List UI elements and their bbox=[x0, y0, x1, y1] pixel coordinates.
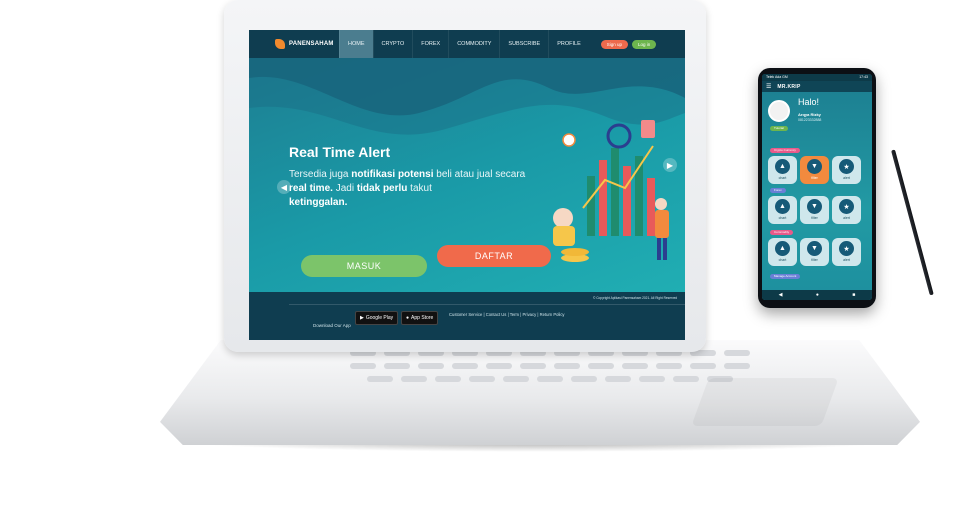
section-forex: Forex bbox=[770, 188, 786, 193]
phone-screen: Telek Ada GM 17:43 ☰ MR.KRIP Halo! Arqya… bbox=[762, 74, 872, 300]
tile-label: alert bbox=[843, 216, 850, 220]
tile-label: filter bbox=[811, 176, 818, 180]
commodity-alert-tile[interactable]: ★ alert bbox=[832, 238, 861, 266]
home-icon[interactable]: ● bbox=[816, 292, 819, 298]
laptop-trackpad bbox=[691, 378, 839, 426]
commodity-filter-tile[interactable]: ▼ filter bbox=[800, 238, 829, 266]
hero-title: Real Time Alert bbox=[289, 144, 391, 160]
logo-icon bbox=[275, 39, 285, 49]
tile-label: filter bbox=[811, 258, 818, 262]
stylus-pen bbox=[891, 149, 934, 296]
nav-item-crypto[interactable]: CRYPTO bbox=[372, 30, 413, 58]
greeting-text: Halo! bbox=[798, 97, 820, 107]
google-play-label: Google Play bbox=[365, 315, 394, 321]
signup-button[interactable]: Sign up bbox=[600, 39, 629, 49]
tile-label: chart bbox=[778, 176, 787, 180]
hero-text-2: beli atau jual secara bbox=[433, 169, 526, 180]
site-logo[interactable]: PANENSAHAM bbox=[249, 39, 339, 49]
user-phone: 081223332888 bbox=[798, 118, 822, 122]
filter-icon: ▼ bbox=[807, 241, 822, 256]
crypto-filter-tile[interactable]: ▼ filter bbox=[800, 156, 829, 184]
filter-icon: ▼ bbox=[807, 159, 822, 174]
download-app-label: Download Our App bbox=[313, 323, 351, 328]
alert-icon: ★ bbox=[839, 241, 854, 256]
app-store-label: App Store bbox=[411, 315, 434, 321]
hero-text-bold-3: tidak perlu bbox=[356, 183, 408, 194]
user-name: Arqya Rizky bbox=[798, 112, 821, 117]
alert-icon: ★ bbox=[839, 159, 854, 174]
crypto-chart-tile[interactable]: ▲ chart bbox=[768, 156, 797, 184]
hero-text-4: takut bbox=[407, 183, 432, 194]
user-avatar[interactable] bbox=[768, 100, 790, 122]
alert-icon: ★ bbox=[839, 199, 854, 214]
crypto-tiles: ▲ chart ▼ filter ★ alert bbox=[768, 156, 861, 184]
laptop-screen: PANENSAHAM HOME CRYPTO FOREX COMMODITY S… bbox=[249, 30, 685, 340]
logo-text: PANENSAHAM bbox=[289, 41, 334, 47]
status-time: 17:43 bbox=[859, 75, 868, 79]
google-play-button[interactable]: ▶ Google Play bbox=[355, 311, 399, 325]
hero-text-bold-2: real time. bbox=[289, 183, 333, 194]
app-brand: MR.KRIP bbox=[777, 83, 801, 90]
chart-icon: ▲ bbox=[775, 199, 790, 214]
filter-icon: ▼ bbox=[807, 199, 822, 214]
footer-copyright: © Copyright Aplikasi Panensaham 2021. Al… bbox=[593, 296, 678, 300]
tile-label: filter bbox=[811, 216, 818, 220]
hero-text-bold-1: notifikasi potensi bbox=[351, 169, 434, 180]
apple-icon: ● bbox=[406, 315, 410, 321]
nav-item-forex[interactable]: FOREX bbox=[412, 30, 448, 58]
site-navbar: PANENSAHAM HOME CRYPTO FOREX COMMODITY S… bbox=[249, 30, 685, 58]
masuk-button[interactable]: MASUK bbox=[301, 255, 427, 277]
forex-chart-tile[interactable]: ▲ chart bbox=[768, 196, 797, 224]
nav-item-home[interactable]: HOME bbox=[339, 30, 373, 58]
chart-icon: ▲ bbox=[775, 159, 790, 174]
commodity-chart-tile[interactable]: ▲ chart bbox=[768, 238, 797, 266]
tile-label: alert bbox=[843, 258, 850, 262]
phone-status-bar: Telek Ada GM 17:43 bbox=[762, 74, 872, 81]
recent-icon[interactable]: ■ bbox=[852, 292, 855, 298]
footer-links[interactable]: Customer Service | Contact Us | Term | P… bbox=[449, 312, 565, 317]
hero-text-bold-4: ketinggalan. bbox=[289, 197, 348, 208]
back-icon[interactable]: ◀ bbox=[779, 292, 783, 298]
hero-text-3: Jadi bbox=[332, 183, 357, 194]
commodity-tiles: ▲ chart ▼ filter ★ alert bbox=[768, 238, 861, 266]
footer-divider bbox=[289, 304, 685, 305]
site-footer: © Copyright Aplikasi Panensaham 2021. Al… bbox=[249, 292, 685, 340]
nav-menu: HOME CRYPTO FOREX COMMODITY SUBSCRIBE PR… bbox=[339, 30, 589, 58]
daftar-button[interactable]: DAFTAR bbox=[437, 245, 551, 267]
forex-tiles: ▲ chart ▼ filter ★ alert bbox=[768, 196, 861, 224]
login-button[interactable]: Log in bbox=[632, 39, 657, 49]
nav-item-commodity[interactable]: COMMODITY bbox=[448, 30, 499, 58]
section-manage-account: Manage Account bbox=[770, 274, 801, 279]
app-store-button[interactable]: ● App Store bbox=[401, 311, 439, 325]
phone-app-bar: ☰ MR.KRIP bbox=[762, 81, 872, 92]
status-carrier: Telek Ada GM bbox=[766, 75, 788, 79]
tile-label: chart bbox=[778, 216, 787, 220]
nav-item-profile[interactable]: PROFILE bbox=[548, 30, 589, 58]
hero-description: Tersedia juga notifikasi potensi beli at… bbox=[289, 168, 539, 210]
forex-alert-tile[interactable]: ★ alert bbox=[832, 196, 861, 224]
nav-item-subscribe[interactable]: SUBSCRIBE bbox=[499, 30, 548, 58]
forex-filter-tile[interactable]: ▼ filter bbox=[800, 196, 829, 224]
tutorial-badge[interactable]: Tutorial bbox=[770, 126, 788, 131]
tile-label: alert bbox=[843, 176, 850, 180]
hamburger-menu-icon[interactable]: ☰ bbox=[766, 83, 771, 90]
hero-text-1: Tersedia juga bbox=[289, 169, 352, 180]
play-store-icon: ▶ bbox=[360, 315, 364, 321]
tile-label: chart bbox=[778, 258, 787, 262]
section-crypto: Crypto Currency bbox=[770, 148, 800, 153]
section-commodity: Commodity bbox=[770, 230, 794, 235]
crypto-alert-tile[interactable]: ★ alert bbox=[832, 156, 861, 184]
trading-illustration bbox=[553, 120, 669, 262]
chart-icon: ▲ bbox=[775, 241, 790, 256]
phone-nav-bar: ◀ ● ■ bbox=[762, 290, 872, 300]
